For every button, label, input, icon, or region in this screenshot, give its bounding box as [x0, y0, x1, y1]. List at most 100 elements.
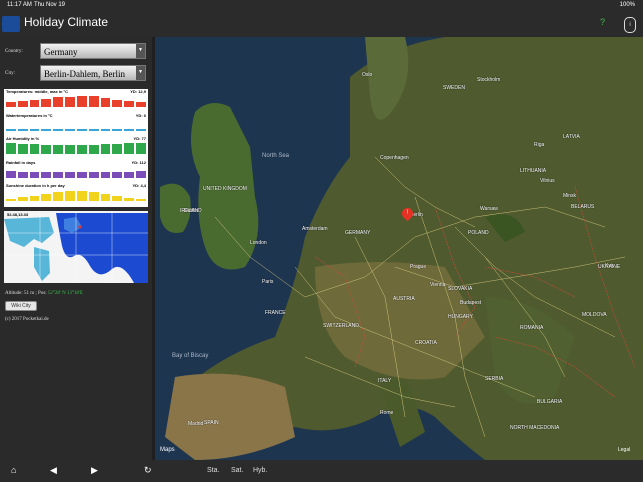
city-label: Dublin: [184, 208, 199, 214]
legal-link[interactable]: Legal: [618, 447, 630, 453]
back-icon[interactable]: ◀: [50, 465, 57, 476]
chart-bar: [17, 197, 28, 201]
climate-chart-strip: Air Humidity in % YD: 77: [4, 136, 148, 159]
sea-label: Bay of Biscay: [172, 353, 209, 359]
chart-bar: [17, 101, 28, 107]
wiki-city-button[interactable]: Wiki City: [5, 301, 37, 311]
chart-bar: [88, 129, 99, 131]
chart-yearly-value: YD: 12,9: [130, 89, 146, 94]
chart-bar: [112, 99, 123, 107]
chart-bar: [6, 101, 16, 107]
chart-bar: [53, 97, 64, 107]
country-label: POLAND: [468, 230, 489, 236]
info-icon[interactable]: i: [624, 17, 636, 33]
chart-bar: [136, 143, 146, 154]
city-label: Paris: [262, 279, 274, 285]
satellite-map[interactable]: UNITED KINGDOM IRELAND GERMANY POLAND FRANCE…: [155, 37, 643, 460]
chart-bar: [65, 145, 75, 154]
satellite-map-button[interactable]: Sat.: [231, 467, 243, 474]
chart-bar: [124, 171, 135, 178]
country-select[interactable]: Germany ▼: [40, 43, 146, 59]
city-label: Madrid: [188, 421, 204, 427]
chart-bar: [76, 96, 87, 107]
chart-bar: [124, 198, 135, 201]
copyright-text: (c) 2017 Pocketkai.de: [5, 317, 49, 322]
chart-bars: [6, 189, 146, 201]
city-label: Riga: [534, 142, 545, 148]
nav-bar: Holiday Climate ? i: [0, 11, 643, 37]
city-label: Warsaw: [480, 206, 498, 212]
chart-bar: [100, 129, 111, 131]
city-label: Kyiv: [605, 263, 615, 269]
chart-bar: [6, 170, 16, 178]
city-label: Vienna: [430, 282, 446, 288]
position-text: 52°28' N 13°18'E: [47, 291, 83, 296]
hybrid-map-button[interactable]: Hyb.: [253, 467, 267, 474]
city-value: Berlin-Dahlem, Berlin: [44, 69, 125, 79]
chart-bar: [112, 196, 123, 201]
app-title: Holiday Climate: [24, 15, 109, 29]
chart-bar: [124, 101, 135, 107]
standard-map-button[interactable]: Sta.: [207, 467, 219, 474]
city-select[interactable]: Berlin-Dahlem, Berlin ▼: [40, 65, 146, 81]
city-label: Oslo: [362, 72, 373, 78]
chart-bar: [100, 194, 111, 201]
chart-bar: [136, 170, 146, 178]
chart-bar: [112, 143, 123, 154]
chart-bar: [41, 172, 52, 178]
climate-chart-strip: Watertemperatures in °C YD: 0: [4, 113, 148, 136]
chart-bar: [88, 172, 99, 178]
chart-bar: [112, 172, 123, 178]
maps-attribution: Maps: [160, 447, 175, 453]
chart-bars: [6, 142, 146, 154]
city-label: London: [250, 240, 267, 246]
map-terrain: [155, 37, 643, 460]
chart-caption: Air Humidity in %: [6, 136, 40, 141]
chart-bar: [124, 143, 135, 154]
chart-bar: [76, 129, 87, 131]
world-map-graphic: [4, 211, 148, 283]
chart-bar: [29, 195, 40, 201]
chart-bar: [65, 96, 75, 107]
chart-bar: [53, 171, 64, 178]
chart-bar: [53, 192, 64, 201]
climate-chart-strip: Temperatures: middle, max in °C YD: 12,9: [4, 89, 148, 112]
chart-yearly-value: YD: 77: [133, 136, 146, 141]
chart-caption: Rainfall in days: [6, 159, 36, 165]
country-label: BELARUS: [571, 204, 595, 210]
country-label: ROMANIA: [520, 325, 544, 331]
chart-bar: [17, 172, 28, 178]
chart-bars: [6, 166, 146, 178]
city-label: Rome: [380, 410, 394, 416]
country-label: NORTH MACEDONIA: [510, 425, 560, 431]
help-button[interactable]: ?: [600, 17, 605, 27]
home-icon[interactable]: ⌂: [11, 465, 16, 475]
country-label: FRANCE: [265, 310, 286, 316]
chart-bar: [112, 129, 123, 131]
status-bar: 11:17 AM Thu Nov 19 100%: [0, 0, 643, 11]
city-label: Amsterdam: [302, 226, 328, 232]
city-label: Prague: [410, 264, 427, 270]
country-label: SERBIA: [485, 376, 504, 382]
status-time: 11:17 AM: [7, 2, 32, 8]
refresh-icon[interactable]: ↻: [144, 465, 152, 476]
chart-bar: [6, 198, 16, 201]
forward-icon[interactable]: ▶: [91, 465, 98, 476]
chart-bar: [100, 144, 111, 154]
chart-yearly-value: YD: 0: [135, 112, 146, 118]
bottom-toolbar: ⌂ ◀ ▶ ↻ Sta. Sat. Hyb.: [0, 460, 643, 482]
country-label: Country:: [5, 49, 23, 54]
chart-bar: [65, 191, 75, 201]
chart-bar: [41, 145, 52, 154]
city-label: Vilnius: [540, 178, 555, 184]
climate-charts[interactable]: Temperatures: middle, max in °C YD: 12,9 W…: [4, 89, 148, 207]
chart-bar: [88, 145, 99, 154]
chart-bar: [41, 193, 52, 201]
chart-bar: [29, 171, 40, 178]
world-map[interactable]: 52.48,13.33: [4, 211, 148, 283]
coordinates-label: 52.48,13.33: [7, 212, 29, 217]
altitude-text: Altitude: 51 m ; Pos:: [5, 291, 47, 296]
chart-bar: [65, 171, 75, 178]
dropdown-arrow-icon: ▼: [136, 66, 145, 80]
chart-caption: Watertemperatures in °C: [6, 112, 53, 118]
